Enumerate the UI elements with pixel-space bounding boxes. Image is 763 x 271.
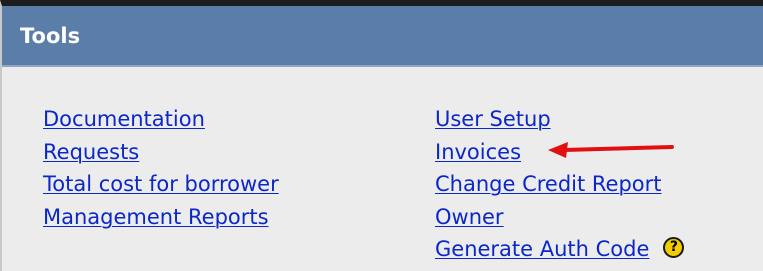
help-question-icon[interactable]: ? bbox=[663, 236, 685, 258]
total-cost-for-borrower-link[interactable]: Total cost for borrower bbox=[43, 168, 279, 201]
panel-header: Tools bbox=[2, 6, 763, 67]
management-reports-link[interactable]: Management Reports bbox=[43, 201, 279, 234]
tools-panel: Tools Documentation Requests Total cost … bbox=[0, 0, 763, 271]
left-link-column: Documentation Requests Total cost for bo… bbox=[43, 103, 279, 233]
panel-title: Tools bbox=[20, 23, 81, 48]
generate-auth-code-row: Generate Auth Code ? bbox=[435, 233, 685, 266]
owner-link[interactable]: Owner bbox=[435, 201, 684, 234]
documentation-link[interactable]: Documentation bbox=[43, 103, 279, 136]
generate-auth-code-link[interactable]: Generate Auth Code bbox=[435, 233, 649, 266]
requests-link[interactable]: Requests bbox=[43, 136, 279, 169]
red-arrow-icon bbox=[548, 142, 674, 158]
right-link-column: User Setup Invoices Change Credit Report… bbox=[435, 103, 685, 266]
user-setup-link[interactable]: User Setup bbox=[435, 103, 684, 136]
change-credit-report-link[interactable]: Change Credit Report bbox=[435, 168, 684, 201]
